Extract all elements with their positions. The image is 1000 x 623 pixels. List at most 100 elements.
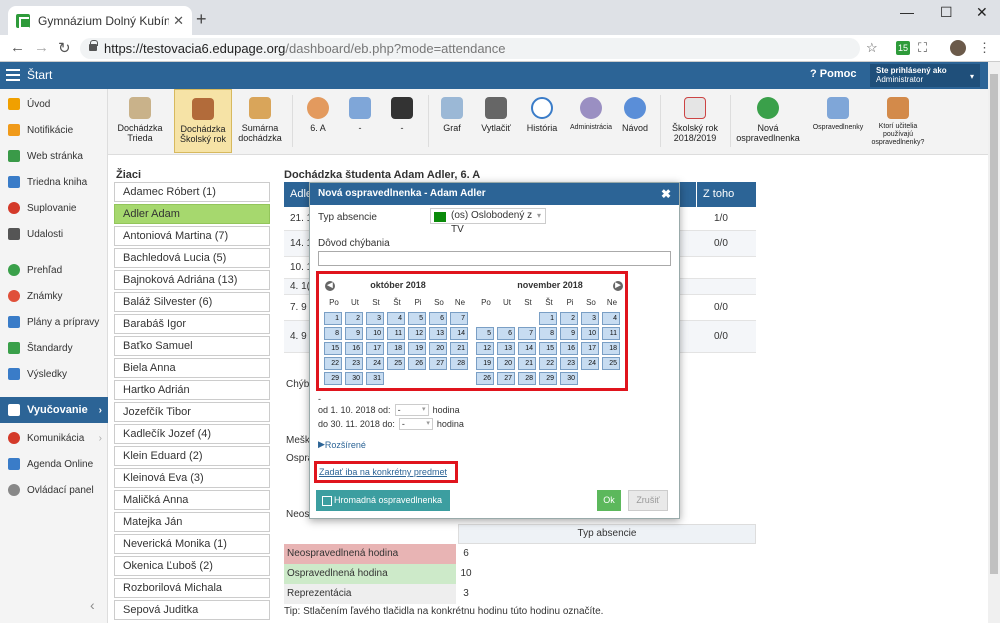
calendar-day[interactable]: 23 — [560, 357, 578, 370]
calendar-day[interactable]: 1 — [324, 312, 342, 325]
bookmark-star-icon[interactable]: ☆ — [866, 40, 878, 56]
sidebar-item-znamky[interactable]: Známky — [0, 283, 108, 309]
sidebar-item-triedna-kniha[interactable]: Triedna kniha — [0, 169, 108, 195]
student-item[interactable]: Adamec Róbert (1) — [114, 182, 270, 202]
toolbar-graf[interactable]: Graf — [434, 89, 470, 153]
calendar-day[interactable]: 20 — [497, 357, 515, 370]
calendar-day[interactable]: 14 — [450, 327, 468, 340]
calendar-day[interactable]: 6 — [429, 312, 447, 325]
calendar-day[interactable]: 3 — [366, 312, 384, 325]
toolbar-nova-ospravedlnenka[interactable]: Nová ospravedlnenka — [732, 89, 804, 153]
calendar-day[interactable]: 25 — [387, 357, 405, 370]
new-tab-icon[interactable]: + — [196, 9, 207, 30]
screenshot-extension-icon[interactable]: ⛶ — [918, 40, 927, 56]
collapse-sidebar-icon[interactable]: ‹ — [90, 597, 95, 613]
student-item[interactable]: Sepová Juditka — [114, 600, 270, 620]
calendar-day[interactable]: 12 — [476, 342, 494, 355]
sidebar-item-ovladaci-panel[interactable]: Ovládací panel — [0, 477, 108, 503]
calendar-day[interactable]: 5 — [408, 312, 426, 325]
calendar-day[interactable]: 27 — [497, 372, 515, 385]
calendar-day[interactable]: 18 — [602, 342, 620, 355]
calendar-day[interactable]: 26 — [408, 357, 426, 370]
from-hour-select[interactable]: - ▾ — [394, 404, 429, 416]
advanced-toggle[interactable]: ▶ Rozšírené — [318, 439, 366, 450]
calendar-day[interactable]: 1 — [539, 312, 557, 325]
toolbar-dochadzka-skolsky-rok[interactable]: Dochádzka Školský rok — [174, 89, 232, 153]
student-item[interactable]: Baláž Silvester (6) — [114, 292, 270, 312]
browser-tab[interactable]: Gymnázium Dolný Kubín - Class ✕ — [8, 6, 192, 35]
sidebar-item-vysledky[interactable]: Výsledky — [0, 361, 108, 387]
student-item[interactable]: Jozefčík Tibor — [114, 402, 270, 422]
cancel-button[interactable]: Zrušiť — [628, 490, 668, 511]
calendar-day[interactable]: 4 — [387, 312, 405, 325]
calendar-day[interactable]: 27 — [429, 357, 447, 370]
calendar-day[interactable]: 9 — [345, 327, 363, 340]
window-close-icon[interactable]: ✕ — [976, 4, 988, 21]
toolbar-administracia[interactable]: Administrácia — [566, 89, 616, 153]
student-item[interactable]: Okenica Ľuboš (2) — [114, 556, 270, 576]
reason-input[interactable] — [318, 251, 671, 266]
student-item[interactable]: Hartko Adrián — [114, 380, 270, 400]
specific-subject-link[interactable]: Zadať iba na konkrétny predmet — [319, 467, 447, 477]
calendar-day[interactable]: 30 — [345, 372, 363, 385]
sidebar-item-web[interactable]: Web stránka — [0, 143, 108, 169]
prev-month-icon[interactable]: ◀ — [325, 281, 335, 291]
next-month-icon[interactable]: ▶ — [613, 281, 623, 291]
calendar-day[interactable]: 24 — [581, 357, 599, 370]
toolbar-ktori-ucitelia[interactable]: Ktorí učitelia používajú ospravedlnenky? — [868, 89, 928, 153]
sidebar-item-uvod[interactable]: Úvod — [0, 91, 108, 117]
calendar-day[interactable]: 23 — [345, 357, 363, 370]
calendar-day[interactable]: 7 — [518, 327, 536, 340]
student-item[interactable]: Matejka Ján — [114, 512, 270, 532]
calendar-day[interactable]: 26 — [476, 372, 494, 385]
tab-close-icon[interactable]: ✕ — [173, 13, 184, 29]
sidebar-item-agenda[interactable]: Agenda Online — [0, 451, 108, 477]
toolbar-historia[interactable]: História — [522, 89, 562, 153]
calendar-day[interactable]: 3 — [581, 312, 599, 325]
scrollbar-thumb[interactable] — [990, 74, 998, 574]
toolbar-sumarna-dochadzka[interactable]: Sumárna dochádzka — [234, 89, 286, 153]
calendar-day[interactable]: 10 — [366, 327, 384, 340]
start-link[interactable]: Štart — [27, 68, 52, 82]
calendar-day[interactable]: 16 — [345, 342, 363, 355]
calendar-day[interactable]: 24 — [366, 357, 384, 370]
calendar-day[interactable]: 18 — [387, 342, 405, 355]
calendar-day[interactable]: 22 — [539, 357, 557, 370]
toolbar-class-select[interactable]: 6. A — [300, 89, 336, 153]
calendar-day[interactable]: 9 — [560, 327, 578, 340]
hamburger-icon[interactable] — [6, 69, 20, 71]
calendar-day[interactable]: 8 — [539, 327, 557, 340]
student-item[interactable]: Kleinová Eva (3) — [114, 468, 270, 488]
calendar-day[interactable]: 7 — [450, 312, 468, 325]
calendar-day[interactable]: 29 — [324, 372, 342, 385]
student-item[interactable]: Bajnoková Adriána (13) — [114, 270, 270, 290]
calendar-day[interactable]: 21 — [518, 357, 536, 370]
student-item[interactable]: Rozborilová Michala — [114, 578, 270, 598]
student-item[interactable]: Bachledová Lucia (5) — [114, 248, 270, 268]
calendar-day[interactable]: 25 — [602, 357, 620, 370]
calendar-day[interactable]: 14 — [518, 342, 536, 355]
close-icon[interactable]: ✖ — [661, 183, 671, 205]
sidebar-item-prehlad[interactable]: Prehľad — [0, 257, 108, 283]
toolbar-dochadzka-trieda[interactable]: Dochádzka Trieda — [108, 89, 172, 153]
calendar-day[interactable]: 31 — [366, 372, 384, 385]
calendar-day[interactable]: 22 — [324, 357, 342, 370]
sidebar-item-suplovanie[interactable]: Suplovanie — [0, 195, 108, 221]
ok-button[interactable]: Ok — [597, 490, 621, 511]
calendar-day[interactable]: 8 — [324, 327, 342, 340]
student-item[interactable]: Neverická Monika (1) — [114, 534, 270, 554]
to-hour-select[interactable]: - ▾ — [398, 418, 433, 430]
student-item[interactable]: Biela Anna — [114, 358, 270, 378]
calendar-day[interactable]: 17 — [581, 342, 599, 355]
calendar-day[interactable]: 15 — [539, 342, 557, 355]
student-item[interactable]: Antoniová Martina (7) — [114, 226, 270, 246]
calendar-day[interactable]: 21 — [450, 342, 468, 355]
url-field[interactable]: https://testovacia6.edupage.org/dashboar… — [80, 38, 860, 59]
bulk-excuse-button[interactable]: Hromadná ospravedlnenka — [316, 490, 450, 511]
toolbar-ospravedlnenky[interactable]: Ospravedlnenky — [808, 89, 868, 153]
absence-type-select[interactable]: (os) Oslobodený z TV ▾ — [430, 208, 546, 235]
student-item[interactable]: Klein Eduard (2) — [114, 446, 270, 466]
toolbar-navod[interactable]: Návod — [620, 89, 650, 153]
calendar-day[interactable]: 10 — [581, 327, 599, 340]
calendar-day[interactable]: 13 — [429, 327, 447, 340]
